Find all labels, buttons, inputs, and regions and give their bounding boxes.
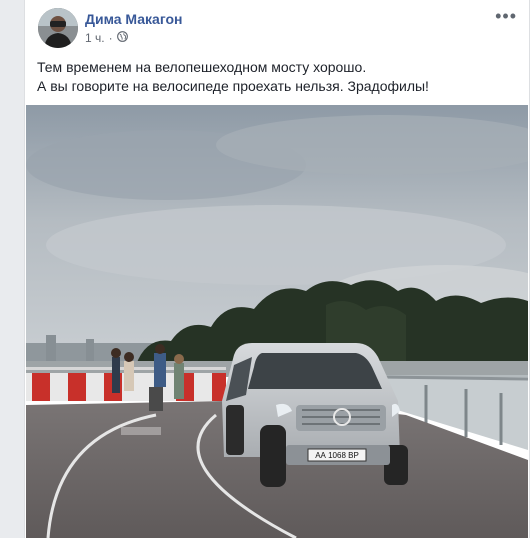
post-photo[interactable]: АА 1068 ВР (26, 105, 528, 538)
post-text: Тем временем на велопешеходном мосту хор… (37, 58, 517, 96)
post-text-line: Тем временем на велопешеходном мосту хор… (37, 59, 367, 75)
post-text-line: А вы говорите на велосипеде проехать нел… (37, 78, 429, 94)
globe-icon[interactable] (116, 31, 128, 45)
more-dots-icon[interactable]: ••• (495, 6, 517, 27)
post-timestamp[interactable]: 1 ч. (85, 31, 105, 45)
author-name[interactable]: Дима Макагон (85, 11, 183, 27)
license-plate: АА 1068 ВР (315, 451, 359, 460)
post-meta: 1 ч. · (85, 31, 128, 45)
separator-dot: · (108, 31, 113, 45)
author-avatar[interactable] (38, 8, 78, 48)
post-card: Дима Макагон 1 ч. · ••• Тем временем на … (24, 0, 530, 538)
